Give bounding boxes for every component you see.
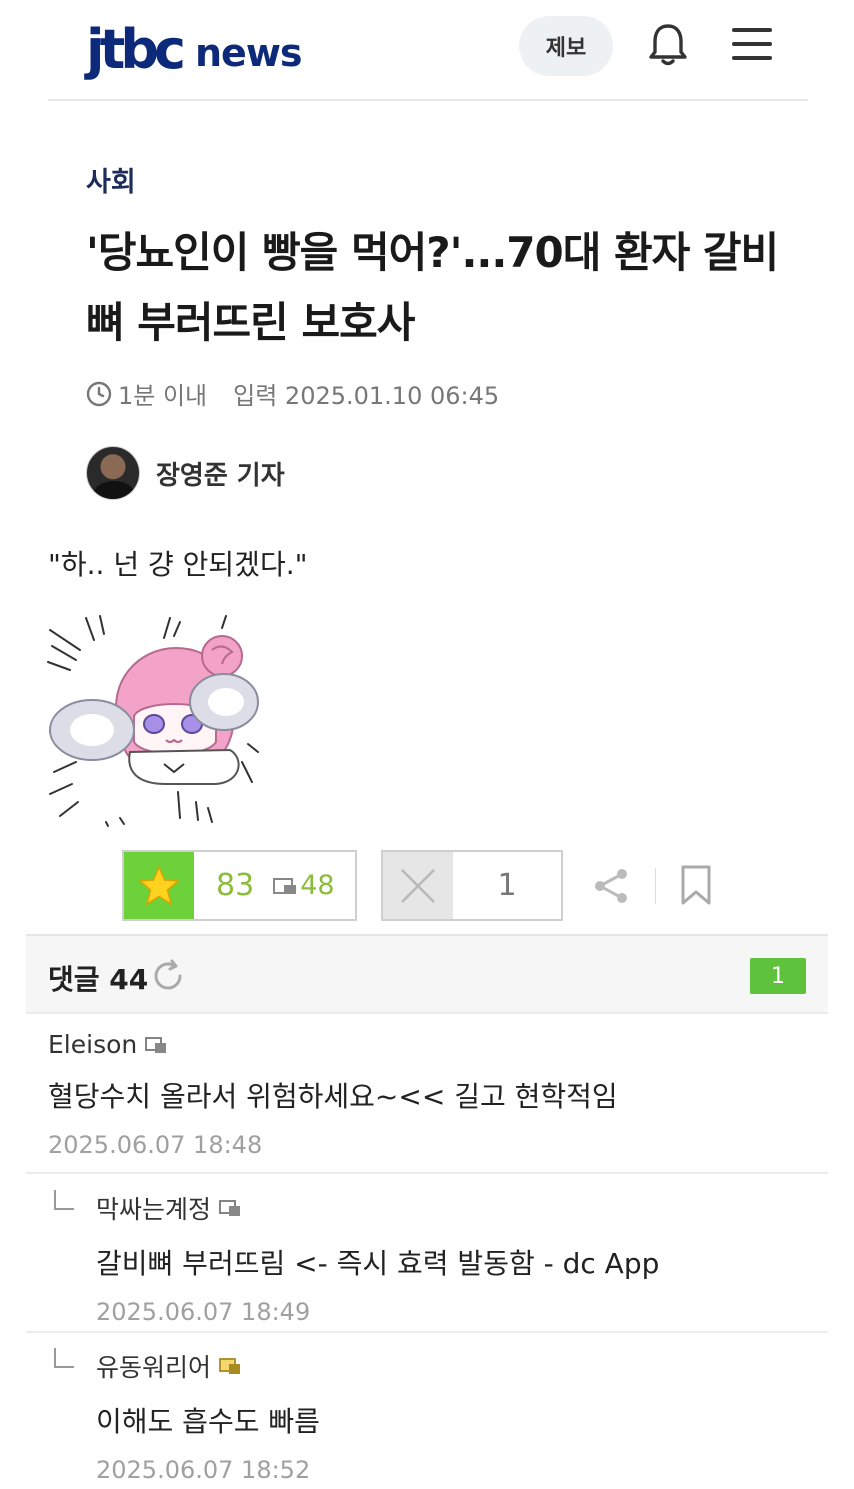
comment-divider — [26, 1172, 828, 1174]
comment-page-badge[interactable]: 1 — [750, 958, 806, 994]
downvote-button[interactable] — [383, 852, 453, 919]
comment-text: 혈당수치 올라서 위험하세요~<< 길고 현학적임 — [48, 1080, 618, 1113]
fixed-user-icon — [273, 877, 297, 894]
fixed-recommend-count: 48 — [300, 870, 335, 901]
bookmark-icon[interactable] — [680, 864, 712, 906]
comment-author[interactable]: Eleison — [48, 1030, 618, 1059]
star-icon — [138, 864, 180, 906]
article-title: '당뇨인이 빵을 먹어?'...70대 환자 갈비뼈 부러뜨린 보호사 — [86, 228, 779, 347]
fixed-recommend: 48 — [272, 852, 335, 919]
comment-text: 갈비뼈 부러뜨림 <- 즉시 효력 발동함 - dc App — [96, 1247, 660, 1280]
reply-indicator-icon — [54, 1348, 74, 1368]
recommend-count: 83 — [216, 868, 255, 903]
recommend-button[interactable] — [124, 852, 194, 919]
fixed-user-icon — [145, 1036, 167, 1053]
comment-date: 2025.06.07 18:52 — [96, 1456, 311, 1484]
comment-author-name: 유동워리어 — [96, 1353, 212, 1382]
comment-item: Eleison 혈당수치 올라서 위험하세요~<< 길고 현학적임 2025.0… — [48, 1030, 618, 1159]
comment-date: 2025.06.07 18:48 — [48, 1131, 263, 1159]
logo-news-text: news — [195, 31, 303, 75]
article-category[interactable]: 사회 — [86, 160, 136, 199]
comment-author[interactable]: 유동워리어 — [96, 1348, 320, 1384]
reply-indicator-icon — [54, 1190, 74, 1210]
comment-author[interactable]: 막싸는계정 — [96, 1190, 659, 1226]
semi-fixed-user-icon — [219, 1358, 241, 1374]
reply-item: 막싸는계정 갈비뼈 부러뜨림 <- 즉시 효력 발동함 - dc App 202… — [96, 1190, 659, 1326]
downvote-box: 1 — [381, 850, 563, 921]
article-quote: "하.. 넌 걍 안되겠다." — [48, 548, 308, 581]
share-icon[interactable] — [592, 866, 632, 906]
reporter-name: 장영준 기자 — [156, 460, 285, 491]
reporter-byline[interactable]: 장영준 기자 — [86, 446, 285, 500]
clock-icon — [86, 381, 112, 406]
reply-item: 유동워리어 이해도 흡수도 빠름 2025.06.07 18:52 — [96, 1348, 320, 1484]
x-icon — [401, 868, 435, 903]
jtbc-news-logo[interactable]: jtbc news — [86, 18, 303, 81]
comments-title: 댓글 44 — [48, 963, 149, 996]
bell-icon[interactable] — [646, 20, 690, 70]
comment-divider — [26, 1331, 828, 1333]
publish-date: 입력 2025.01.10 06:45 — [233, 382, 500, 410]
comment-text: 이해도 흡수도 빠름 — [96, 1405, 320, 1438]
comment-author-name: 막싸는계정 — [96, 1195, 212, 1224]
refresh-icon[interactable] — [150, 958, 186, 994]
header-divider — [48, 99, 808, 101]
toolbar-divider — [655, 868, 656, 904]
site-header: jtbc news 제보 — [0, 0, 854, 102]
article-meta: 1분 이내 입력 2025.01.10 06:45 — [86, 376, 499, 411]
tip-button[interactable]: 제보 — [519, 16, 613, 76]
read-time: 1분 이내 — [118, 382, 208, 410]
hamburger-menu-icon[interactable] — [732, 28, 774, 62]
comment-date: 2025.06.07 18:49 — [96, 1298, 311, 1326]
reporter-avatar — [86, 446, 140, 500]
downvote-count: 1 — [497, 868, 517, 903]
logo-jtbc-text: jtbc — [86, 18, 186, 81]
recommend-box: 83 48 — [122, 850, 357, 921]
fixed-user-icon — [219, 1200, 241, 1216]
comments-header: 댓글 44 1 — [26, 934, 828, 1014]
comment-author-name: Eleison — [48, 1030, 138, 1059]
anime-sticker-image — [46, 612, 260, 830]
